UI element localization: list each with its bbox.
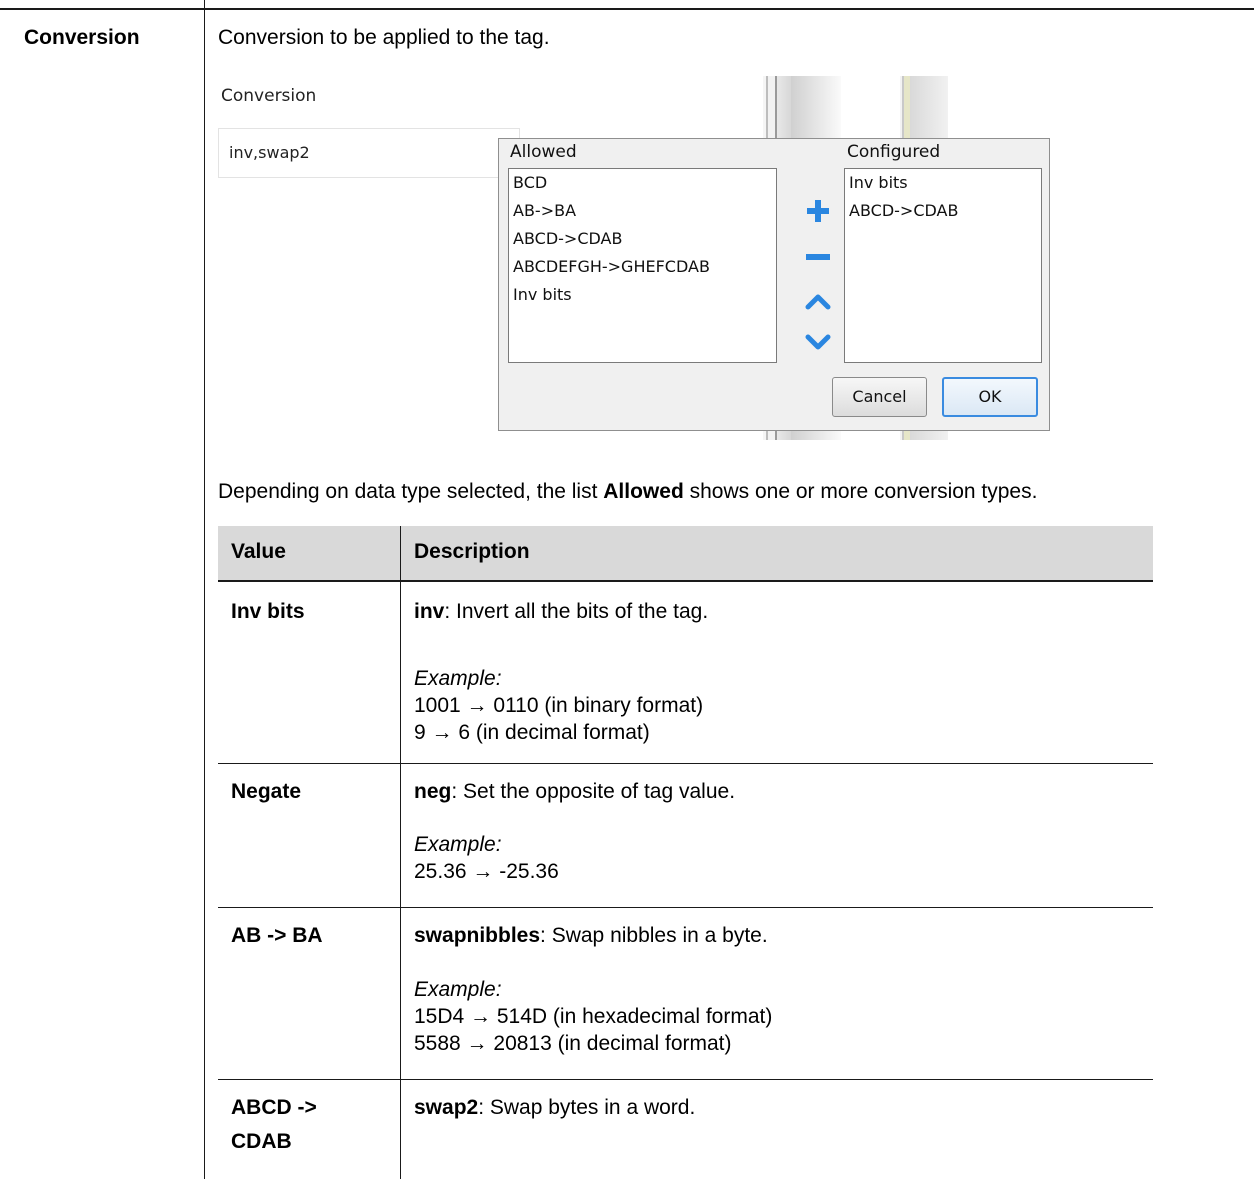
table-cell-description: inv: Invert all the bits of the tag. — [414, 598, 708, 625]
description-text: : Set the opposite of tag value. — [451, 780, 736, 803]
ok-button[interactable]: OK — [942, 377, 1038, 417]
configured-item[interactable]: ABCD->CDAB — [845, 197, 1041, 225]
description-text: : Swap bytes in a word. — [478, 1096, 696, 1119]
chevron-down-icon[interactable] — [803, 327, 833, 357]
configured-label: Configured — [847, 142, 941, 162]
example-line: 15D4 → 514D (in hexadecimal format) — [414, 1005, 773, 1028]
example-line: 1001 → 0110 (in binary format) — [414, 694, 704, 717]
note-prefix: Depending on data type selected, the lis… — [218, 480, 604, 503]
top-rule — [0, 8, 1254, 10]
minus-icon[interactable] — [803, 242, 833, 272]
table-cell-value: ABCD -> — [231, 1096, 317, 1119]
plus-icon[interactable] — [803, 196, 833, 226]
table-cell-value: Negate — [231, 780, 302, 803]
allowed-note: Depending on data type selected, the lis… — [218, 480, 1037, 504]
table-row-divider — [218, 1079, 1153, 1080]
table-cell-description: neg: Set the opposite of tag value. — [414, 778, 735, 805]
allowed-list[interactable]: BCD AB->BA ABCD->CDAB ABCDEFGH->GHEFCDAB… — [508, 168, 777, 363]
chevron-up-icon[interactable] — [803, 286, 833, 316]
allowed-item[interactable]: BCD — [509, 169, 776, 197]
allowed-item[interactable]: Inv bits — [509, 281, 776, 309]
table-row-divider — [218, 763, 1153, 764]
note-suffix: shows one or more conversion types. — [683, 480, 1038, 503]
allowed-label: Allowed — [510, 142, 577, 162]
conversion-dialog: Allowed Configured BCD AB->BA ABCD->CDAB… — [498, 138, 1050, 431]
intro-text: Conversion to be applied to the tag. — [218, 26, 550, 49]
note-bold: Allowed — [603, 480, 684, 503]
conversion-field-label: Conversion — [221, 86, 317, 106]
table-cell-value: Inv bits — [231, 600, 305, 623]
description-text: : Invert all the bits of the tag. — [444, 600, 709, 623]
configured-item[interactable]: Inv bits — [845, 169, 1041, 197]
example-line: 25.36 → -25.36 — [414, 860, 559, 883]
term-divider — [204, 8, 205, 1179]
table-row-divider — [218, 907, 1153, 908]
header-description: Description — [414, 540, 530, 563]
conversion-input[interactable]: inv,swap2 — [218, 128, 520, 178]
example-label: Example: — [414, 833, 502, 856]
example-label: Example: — [414, 978, 502, 1001]
header-value: Value — [231, 540, 286, 563]
code-term: swapnibbles — [414, 924, 541, 947]
code-term: neg — [414, 780, 452, 803]
cancel-button[interactable]: Cancel — [832, 377, 927, 417]
table-header: Value Description — [218, 526, 1153, 582]
table-cell-description: swapnibbles: Swap nibbles in a byte. — [414, 922, 768, 949]
conversion-input-value: inv,swap2 — [229, 143, 310, 162]
table-column-divider — [400, 526, 401, 1179]
example-line: 9 → 6 (in decimal format) — [414, 721, 650, 744]
table-cell-value: AB -> BA — [231, 924, 323, 947]
table-cell-description: swap2: Swap bytes in a word. — [414, 1094, 695, 1121]
example-line: 5588 → 20813 (in decimal format) — [414, 1032, 732, 1055]
allowed-item[interactable]: ABCD->CDAB — [509, 225, 776, 253]
code-term: swap2 — [414, 1096, 479, 1119]
description-text: : Swap nibbles in a byte. — [540, 924, 768, 947]
allowed-item[interactable]: ABCDEFGH->GHEFCDAB — [509, 253, 776, 281]
code-term: inv — [414, 600, 445, 623]
column-tick — [204, 0, 205, 8]
example-label: Example: — [414, 667, 502, 690]
term-label: Conversion — [24, 26, 140, 49]
configured-list[interactable]: Inv bits ABCD->CDAB — [844, 168, 1042, 363]
allowed-item[interactable]: AB->BA — [509, 197, 776, 225]
table-cell-value: CDAB — [231, 1130, 292, 1153]
